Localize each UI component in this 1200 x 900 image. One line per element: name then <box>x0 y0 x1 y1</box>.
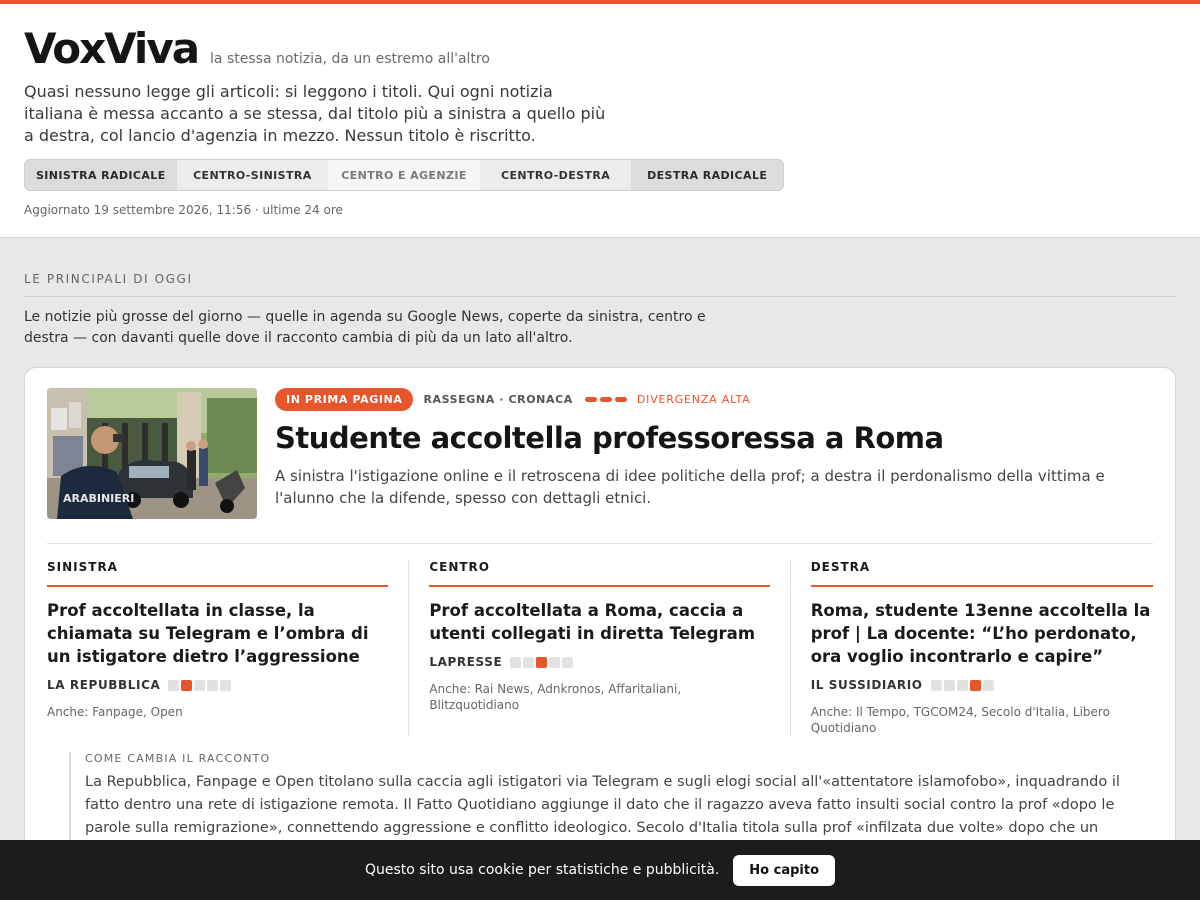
main-content: LE PRINCIPALI DI OGGI Le notizie più gro… <box>0 238 1200 900</box>
source-name[interactable]: IL SUSSIDIARIO <box>811 678 923 692</box>
also-sources: Anche: Il Tempo, TGCOM24, Secolo d'Itali… <box>810 705 1110 735</box>
story-summary: A sinistra l'istigazione online e il ret… <box>275 467 1105 507</box>
source-row: IL SUSSIDIARIO <box>811 678 1153 692</box>
brand-row: VoxViva la stessa notizia, da un estremo… <box>24 24 1176 73</box>
cookie-banner: Questo sito usa cookie per statistiche e… <box>0 840 1200 900</box>
column-label: DESTRA <box>810 560 1153 587</box>
narrative-change-label: COME CAMBIA IL RACCONTO <box>85 752 271 765</box>
story-meta: IN PRIMA PAGINA RASSEGNA · CRONACA DIVER… <box>275 388 1153 411</box>
story-heading-block: IN PRIMA PAGINA RASSEGNA · CRONACA DIVER… <box>275 388 1153 519</box>
source-name[interactable]: LAPRESSE <box>429 655 502 669</box>
also-sources: Anche: Fanpage, Open <box>47 705 183 719</box>
story-header: ARABINIERI IN PRIMA PAGINA RASSEGNA · CR… <box>47 388 1153 544</box>
story-headline[interactable]: Studente accoltella professoressa a Roma <box>275 421 1153 455</box>
spectrum-segment-sinistra-radicale[interactable]: SINISTRA RADICALE <box>25 160 177 190</box>
bias-scale-icon <box>930 679 994 691</box>
story-columns: SINISTRA Prof accoltellata in classe, la… <box>47 560 1153 736</box>
spectrum-segment-centro-sinistra[interactable]: CENTRO-SINISTRA <box>176 160 329 190</box>
story-card: ARABINIERI IN PRIMA PAGINA RASSEGNA · CR… <box>24 367 1176 900</box>
last-updated: Aggiornato 19 settembre 2026, 11:56 · ul… <box>24 203 343 217</box>
column-headline[interactable]: Prof accoltellata a Roma, caccia a utent… <box>429 599 769 645</box>
source-row: LA REPUBBLICA <box>47 678 388 692</box>
column-headline[interactable]: Roma, studente 13enne accoltella la prof… <box>811 599 1153 668</box>
spectrum-segment-centro-agenzie[interactable]: CENTRO E AGENZIE <box>328 160 480 190</box>
front-page-badge: IN PRIMA PAGINA <box>275 388 414 411</box>
column-label: SINISTRA <box>47 560 389 587</box>
story-photo: ARABINIERI <box>47 388 257 519</box>
site-intro: Quasi nessuno legge gli articoli: si leg… <box>24 82 606 145</box>
source-row: LAPRESSE <box>429 655 769 669</box>
section-description: Le notizie più grosse del giorno — quell… <box>24 309 706 346</box>
spectrum-segment-centro-destra[interactable]: CENTRO-DESTRA <box>479 160 632 190</box>
site-tagline: la stessa notizia, da un estremo all'alt… <box>210 51 490 67</box>
section-label: LE PRINCIPALI DI OGGI <box>24 272 1176 297</box>
column-sinistra: SINISTRA Prof accoltellata in classe, la… <box>47 560 408 736</box>
site-logo[interactable]: VoxViva <box>24 24 200 73</box>
divergence-icon <box>584 397 627 402</box>
column-destra: DESTRA Roma, studente 13enne accoltella … <box>789 560 1153 736</box>
bias-scale-icon <box>168 679 232 691</box>
divergence-label: DIVERGENZA ALTA <box>636 393 751 406</box>
column-centro: CENTRO Prof accoltellata a Roma, caccia … <box>408 560 789 736</box>
spectrum-segment-destra-radicale[interactable]: DESTRA RADICALE <box>631 160 783 190</box>
also-sources: Anche: Rai News, Adnkronos, Affaritalian… <box>429 682 682 712</box>
image-label: ARABINIERI <box>63 492 134 505</box>
site-header: VoxViva la stessa notizia, da un estremo… <box>0 4 1200 238</box>
source-name[interactable]: LA REPUBBLICA <box>47 678 160 692</box>
column-headline[interactable]: Prof accoltellata in classe, la chiamata… <box>47 599 388 668</box>
column-label: CENTRO <box>429 560 770 587</box>
story-image[interactable]: ARABINIERI <box>47 388 257 519</box>
cookie-accept-button[interactable]: Ho capito <box>733 854 836 886</box>
story-category[interactable]: RASSEGNA · CRONACA <box>423 393 572 406</box>
cookie-text: Questo sito usa cookie per statistiche e… <box>364 862 720 878</box>
bias-scale-icon <box>510 656 574 668</box>
political-spectrum: SINISTRA RADICALE CENTRO-SINISTRA CENTRO… <box>24 159 784 191</box>
